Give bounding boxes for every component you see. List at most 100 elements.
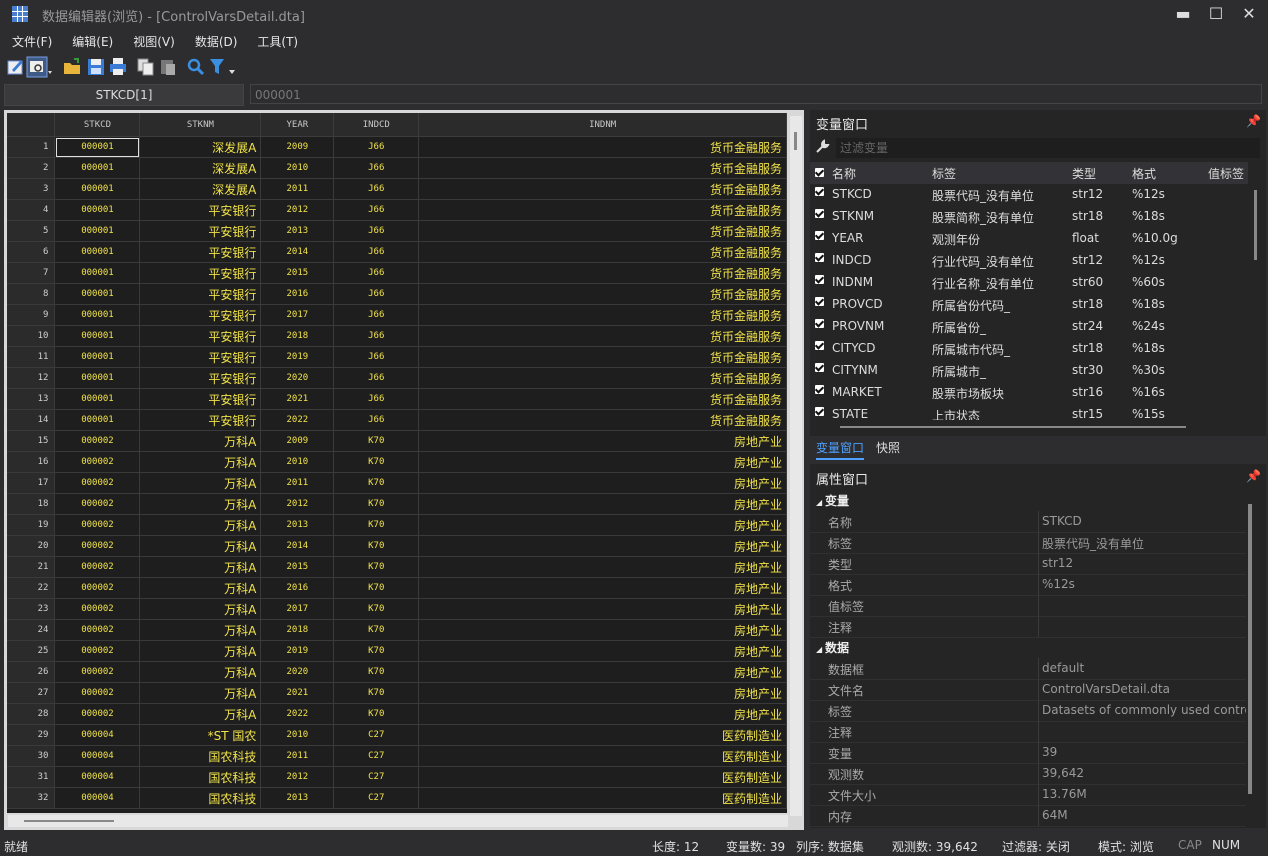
property-row[interactable]: 内存 64M [810, 805, 1246, 827]
cell-indnm[interactable]: 货币金融服务 [418, 199, 787, 221]
row-number[interactable]: 4 [7, 199, 56, 221]
grid-horizontal-scrollbar[interactable] [8, 815, 788, 827]
cell-stknm[interactable]: 万科A [139, 451, 262, 473]
cell-indcd[interactable]: K70 [333, 472, 420, 494]
variable-row[interactable]: INDCD 行业代码_没有单位 str12 %12s [810, 250, 1248, 272]
cell-indcd[interactable]: J66 [333, 262, 420, 284]
property-row[interactable]: 注释 [810, 721, 1246, 743]
variable-checkbox[interactable] [815, 341, 824, 350]
row-number[interactable]: 21 [7, 556, 56, 578]
cell-year[interactable]: 2011 [260, 472, 335, 494]
table-row[interactable]: 19 000002 万科A 2013 K70 房地产业 [7, 514, 787, 536]
cell-stknm[interactable]: 万科A [139, 577, 262, 599]
browse-mode-icon[interactable] [26, 56, 54, 78]
row-number[interactable]: 1 [7, 136, 56, 158]
cell-stkcd[interactable]: 000004 [54, 787, 141, 809]
close-button[interactable]: ✕ [1232, 0, 1266, 28]
row-number[interactable]: 16 [7, 451, 56, 473]
table-row[interactable]: 28 000002 万科A 2022 K70 房地产业 [7, 703, 787, 725]
cell-stknm[interactable]: 万科A [139, 640, 262, 662]
cell-indcd[interactable]: J66 [333, 367, 420, 389]
cell-indnm[interactable]: 房地产业 [418, 514, 787, 536]
variable-checkbox[interactable] [815, 407, 824, 416]
cell-year[interactable]: 2018 [260, 619, 335, 641]
property-row[interactable]: 数据框 default [810, 658, 1246, 680]
table-row[interactable]: 22 000002 万科A 2016 K70 房地产业 [7, 577, 787, 599]
table-row[interactable]: 20 000002 万科A 2014 K70 房地产业 [7, 535, 787, 557]
cell-indnm[interactable]: 房地产业 [418, 451, 787, 473]
cell-indcd[interactable]: K70 [333, 619, 420, 641]
cell-stkcd[interactable]: 000002 [54, 430, 141, 452]
variable-row[interactable]: STKCD 股票代码_没有单位 str12 %12s [810, 184, 1248, 206]
cell-year[interactable]: 2011 [260, 178, 335, 200]
variable-checkbox[interactable] [815, 319, 824, 328]
header-label[interactable]: 标签 [932, 165, 956, 182]
cell-indnm[interactable]: 房地产业 [418, 703, 787, 725]
cell-stkcd[interactable]: 000002 [54, 619, 141, 641]
cell-indcd[interactable]: J66 [333, 199, 420, 221]
property-row[interactable]: 注释 [810, 616, 1246, 638]
cell-year[interactable]: 2022 [260, 409, 335, 431]
cell-indcd[interactable]: J66 [333, 304, 420, 326]
table-row[interactable]: 26 000002 万科A 2020 K70 房地产业 [7, 661, 787, 683]
row-number[interactable]: 11 [7, 346, 56, 368]
variable-row[interactable]: PROVNM 所属省份_ str24 %24s [810, 316, 1248, 338]
cell-year[interactable]: 2021 [260, 388, 335, 410]
cell-indcd[interactable]: J66 [333, 283, 420, 305]
cell-indnm[interactable]: 房地产业 [418, 661, 787, 683]
cell-stkcd[interactable]: 000002 [54, 703, 141, 725]
cell-stkcd[interactable]: 000001 [54, 304, 141, 326]
row-number[interactable]: 18 [7, 493, 56, 515]
cell-indnm[interactable]: 房地产业 [418, 640, 787, 662]
cell-year[interactable]: 2009 [260, 430, 335, 452]
row-number[interactable]: 10 [7, 325, 56, 347]
cell-indnm[interactable]: 医药制造业 [418, 724, 787, 746]
cell-indcd[interactable]: K70 [333, 682, 420, 704]
variable-checkbox[interactable] [815, 187, 824, 196]
cell-indnm[interactable]: 房地产业 [418, 598, 787, 620]
row-number[interactable]: 17 [7, 472, 56, 494]
table-row[interactable]: 29 000004 *ST 国农 2010 C27 医药制造业 [7, 724, 787, 746]
cell-year[interactable]: 2013 [260, 787, 335, 809]
property-row[interactable]: 文件名 ControlVarsDetail.dta [810, 679, 1246, 701]
row-number[interactable]: 22 [7, 577, 56, 599]
cell-indcd[interactable]: J66 [333, 409, 420, 431]
cell-stknm[interactable]: 万科A [139, 556, 262, 578]
variables-horizontal-scrollbar[interactable] [810, 422, 1248, 432]
cell-stknm[interactable]: 平安银行 [139, 220, 262, 242]
cell-year[interactable]: 2016 [260, 577, 335, 599]
properties-scrollbar[interactable] [1248, 504, 1252, 794]
cell-indcd[interactable]: K70 [333, 661, 420, 683]
cell-year[interactable]: 2012 [260, 493, 335, 515]
cell-stkcd[interactable]: 000002 [54, 472, 141, 494]
column-header-indcd[interactable]: INDCD [333, 113, 420, 137]
column-header-indnm[interactable]: INDNM [418, 113, 787, 137]
property-row[interactable]: 格式 %12s [810, 574, 1246, 596]
cell-indnm[interactable]: 货币金融服务 [418, 157, 787, 179]
cell-stknm[interactable]: 深发展A [139, 136, 262, 158]
cell-stknm[interactable]: 万科A [139, 430, 262, 452]
table-row[interactable]: 14 000001 平安银行 2022 J66 货币金融服务 [7, 409, 787, 431]
row-number[interactable]: 28 [7, 703, 56, 725]
maximize-button[interactable]: ☐ [1199, 0, 1233, 28]
cell-stkcd[interactable]: 000002 [54, 640, 141, 662]
cell-stkcd[interactable]: 000002 [54, 598, 141, 620]
row-number[interactable]: 6 [7, 241, 56, 263]
row-number[interactable]: 23 [7, 598, 56, 620]
variable-checkbox[interactable] [815, 253, 824, 262]
row-number[interactable]: 14 [7, 409, 56, 431]
cell-indnm[interactable]: 货币金融服务 [418, 283, 787, 305]
cell-year[interactable]: 2013 [260, 220, 335, 242]
cell-stkcd[interactable]: 000004 [54, 745, 141, 767]
cell-indcd[interactable]: J66 [333, 178, 420, 200]
column-header-stkcd[interactable]: STKCD [54, 113, 141, 137]
cell-indnm[interactable]: 房地产业 [418, 682, 787, 704]
cell-indcd[interactable]: K70 [333, 598, 420, 620]
table-row[interactable]: 31 000004 国农科技 2012 C27 医药制造业 [7, 766, 787, 788]
table-row[interactable]: 16 000002 万科A 2010 K70 房地产业 [7, 451, 787, 473]
cell-stkcd[interactable]: 000002 [54, 493, 141, 515]
table-row[interactable]: 27 000002 万科A 2021 K70 房地产业 [7, 682, 787, 704]
tab-variables[interactable]: 变量窗口 [816, 439, 865, 460]
tab-snapshots[interactable]: 快照 [876, 439, 900, 456]
cell-stkcd[interactable]: 000004 [54, 724, 141, 746]
